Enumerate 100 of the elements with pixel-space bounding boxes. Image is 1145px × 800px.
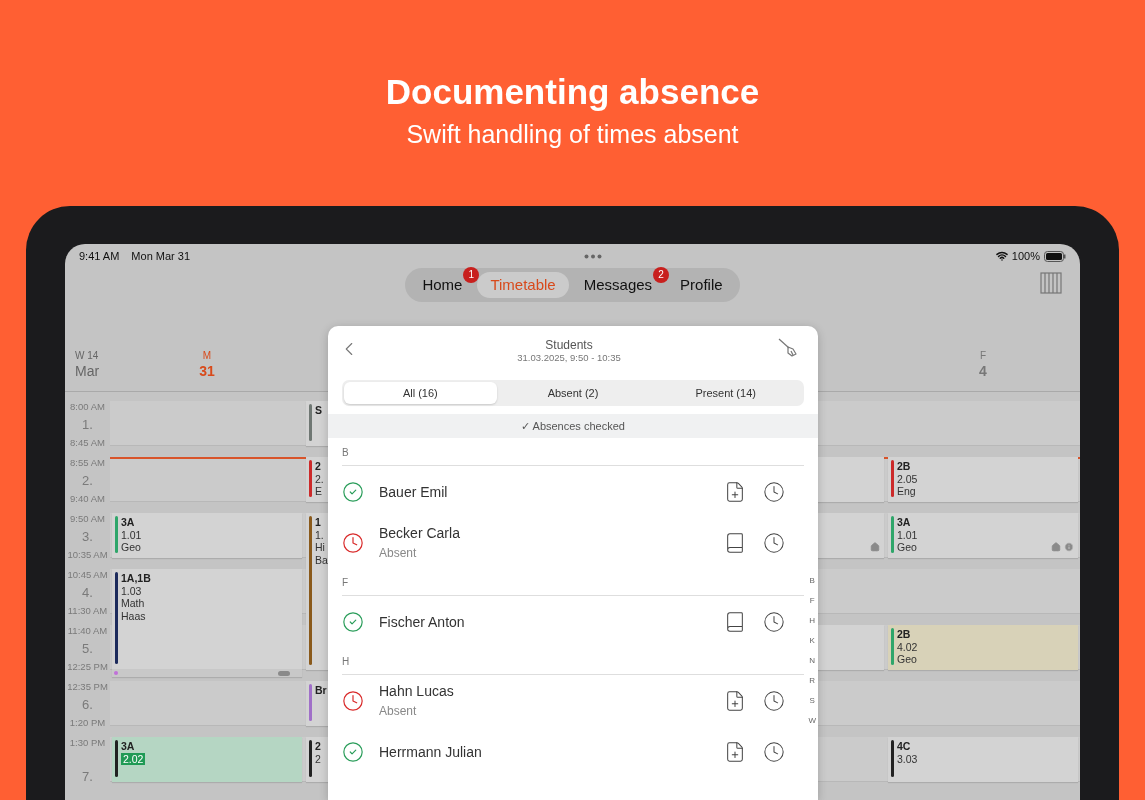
lesson-class: 2 (315, 740, 321, 753)
drag-handle[interactable] (278, 670, 290, 676)
filter-segment[interactable]: All (16) (344, 382, 497, 404)
clock-icon[interactable] (763, 610, 785, 633)
lesson-room: 2 (315, 752, 321, 765)
add-note-icon[interactable] (724, 740, 746, 763)
book-icon[interactable] (724, 531, 746, 554)
period-end-time: 10:35 AM (67, 549, 108, 560)
lesson-class: 3A (121, 516, 136, 529)
status-time: 9:41 AM (79, 248, 120, 264)
student-row[interactable]: Hahn Lucas Absent (328, 675, 800, 726)
lesson-teacher: Haas (121, 609, 147, 622)
lesson-subject: Math (121, 597, 146, 610)
filter-segment[interactable]: Absent (2) (496, 382, 650, 404)
weekday-label: F (979, 349, 987, 363)
add-note-icon[interactable] (724, 480, 746, 503)
student-status: Absent (379, 544, 418, 562)
lesson-class: 4C (897, 740, 912, 753)
student-status: Absent (379, 702, 418, 720)
filter-segment[interactable]: Present (14) (649, 382, 802, 404)
student-row[interactable]: Herrmann Julian (328, 726, 800, 777)
lesson-card[interactable]: 3A 1.01 Geo (112, 513, 302, 558)
period-end-time: 8:45 AM (70, 437, 105, 448)
tab[interactable]: Profile (667, 272, 736, 298)
notification-badge: 1 (463, 267, 480, 283)
index-letter[interactable]: W (808, 715, 816, 727)
lesson-subject: Hi (315, 541, 326, 554)
index-letter[interactable]: F (809, 595, 815, 607)
lesson-class: S (315, 404, 322, 417)
period-number: 3. (82, 529, 93, 544)
broom-icon[interactable] (778, 338, 798, 358)
lesson-room: 1.01 (121, 528, 142, 541)
subheadline: Swift handling of times absent (406, 119, 739, 149)
lesson-subject: E (315, 485, 323, 498)
lesson-class: 3A (897, 516, 912, 529)
lesson-card[interactable]: 3A 1.01 Geo (888, 513, 1078, 558)
student-row[interactable]: Becker Carla Absent (328, 517, 800, 568)
period-number: 1. (82, 417, 93, 432)
add-note-icon[interactable] (724, 689, 746, 712)
lesson-room: 3.03 (897, 752, 918, 765)
section-letter: H (342, 655, 350, 669)
clock-icon[interactable] (763, 480, 785, 503)
section-letter: B (342, 446, 349, 460)
period-start-time: 8:00 AM (70, 401, 105, 412)
student-row[interactable]: Bauer Emil (328, 466, 800, 517)
battery-icon (1044, 250, 1066, 262)
lesson-card[interactable]: 3A 2.02 (112, 737, 302, 782)
present-check-icon[interactable] (342, 610, 364, 633)
lesson-room: 2.02 (121, 752, 146, 765)
clock-icon[interactable] (763, 689, 785, 712)
lesson-class: 3A (121, 740, 136, 753)
absent-clock-icon[interactable] (342, 531, 364, 554)
period-end-time: 9:40 AM (70, 493, 105, 504)
status-date: Mon Mar 31 (131, 248, 191, 264)
lesson-room: 1.03 (121, 584, 143, 597)
student-name: Fischer Anton (379, 612, 466, 631)
lesson-class: 2B (897, 460, 912, 473)
clock-icon[interactable] (763, 531, 785, 554)
period-number: 5. (82, 641, 93, 656)
student-name: Herrmann Julian (379, 742, 483, 761)
student-name: Bauer Emil (379, 482, 449, 501)
wifi-icon (995, 250, 1008, 262)
index-letter[interactable]: R (809, 675, 816, 687)
more-dots-icon (583, 253, 602, 259)
period-start-time: 8:55 AM (70, 457, 105, 468)
book-icon[interactable] (724, 610, 746, 633)
period-number: 7. (82, 770, 93, 784)
lesson-subject: Geo (897, 541, 918, 554)
lesson-card[interactable]: 4C 3.03 (888, 737, 1078, 782)
absent-clock-icon[interactable] (342, 689, 364, 712)
day-date: 4 (979, 363, 987, 379)
period-start-time: 10:45 AM (67, 569, 108, 580)
lesson-card[interactable]: 2B 4.02 Geo (888, 625, 1078, 670)
index-letter[interactable]: H (809, 615, 816, 627)
student-name: Becker Carla (379, 523, 461, 542)
lesson-class: 2B (897, 628, 912, 641)
index-letter[interactable]: S (809, 695, 815, 707)
clock-icon[interactable] (763, 740, 785, 763)
lesson-subject: Eng (897, 485, 917, 498)
lesson-teacher: Ba (315, 553, 328, 566)
present-check-icon[interactable] (342, 740, 364, 763)
present-check-icon[interactable] (342, 480, 364, 503)
lesson-card[interactable]: 2B 2.05 Eng (888, 457, 1078, 502)
battery-percent: 100% (1011, 248, 1040, 264)
index-letter[interactable]: K (809, 635, 815, 647)
lesson-room: 1. (315, 528, 325, 541)
lesson-class: 1 (315, 516, 322, 529)
period-end-time: 12:25 PM (67, 661, 108, 672)
sheet-title: Students (545, 338, 593, 352)
lesson-card[interactable]: 1A,1B 1.03 Math Haas (112, 569, 302, 677)
period-end-time: 1:20 PM (69, 717, 106, 728)
student-row[interactable]: Fischer Anton (328, 596, 800, 647)
week-number: W 14 (75, 349, 99, 363)
period-number: 6. (82, 697, 93, 712)
status-banner: ✓ Absences checked (328, 414, 818, 438)
index-letter[interactable]: N (809, 655, 816, 667)
period-start-time: 1:30 PM (69, 737, 106, 748)
index-letter[interactable]: B (809, 575, 815, 587)
section-letter: F (342, 576, 349, 590)
period-start-time: 12:35 PM (67, 681, 108, 692)
